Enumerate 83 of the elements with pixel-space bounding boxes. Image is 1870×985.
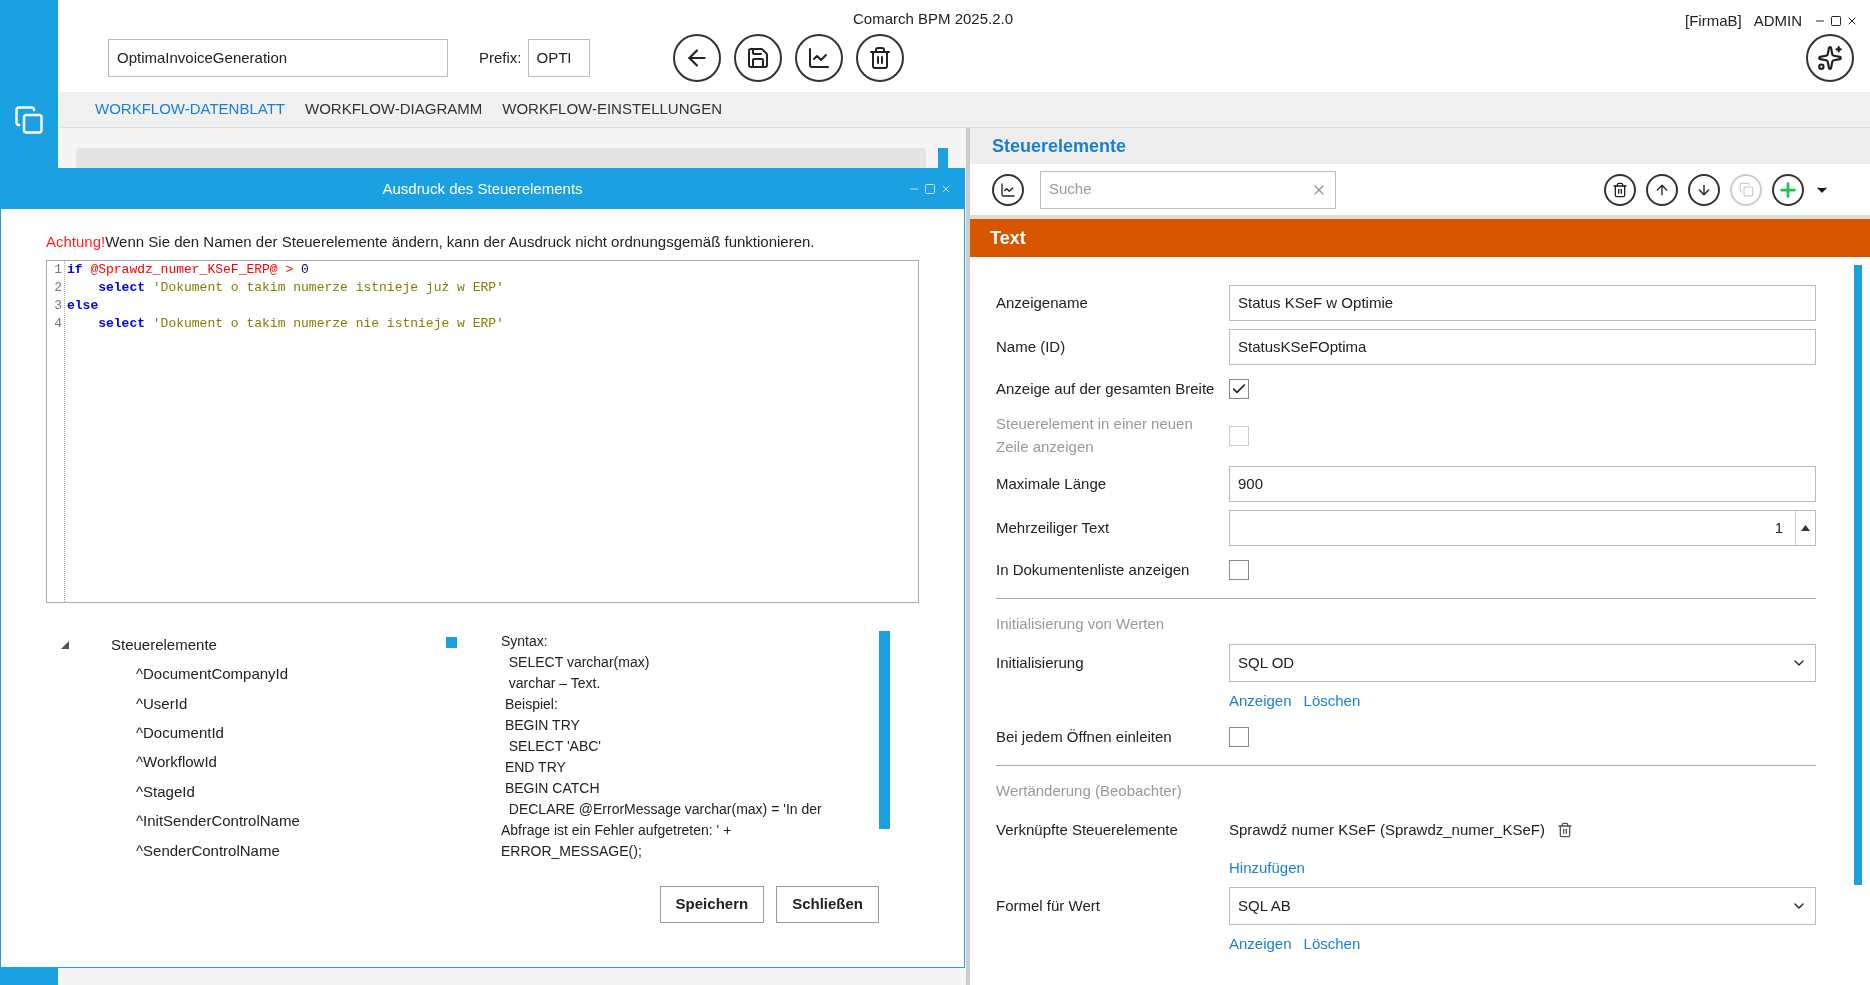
dialog-title: Ausdruck des Steuerelements <box>382 178 583 199</box>
tree-item[interactable]: ^WorkflowId <box>136 751 217 774</box>
user-label: ADMIN <box>1753 11 1802 31</box>
field-label: In Dokumentenliste anzeigen <box>996 559 1191 580</box>
sparkle-icon <box>1817 45 1843 71</box>
number-field[interactable]: 1 <box>1229 510 1816 546</box>
tab[interactable]: WORKFLOW-DATENBLATT <box>95 98 285 121</box>
code-line: if @Sprawdz_numer_KSeF_ERP@ > 0 <box>67 260 310 279</box>
tree-item[interactable]: ^UserId <box>136 692 188 716</box>
linked-control: Sprawdź numer KSeF (Sprawdz_numer_KSeF) <box>1229 818 1545 842</box>
dropdown[interactable]: SQL OD <box>1229 644 1816 682</box>
tab[interactable]: WORKFLOW-EINSTELLUNGEN <box>502 98 722 121</box>
panel-title: Steuerelemente <box>992 134 1127 158</box>
workflow-name-field[interactable]: OptimaInvoiceGeneration <box>108 39 448 77</box>
field-label: Initialisierung <box>996 652 1085 673</box>
chart-icon <box>806 46 831 70</box>
code-line: select 'Dokument o takim numerze istnieje już w ERP' <box>97 278 504 297</box>
move-up-button[interactable] <box>1646 173 1678 206</box>
section-heading: Wertänderung (Beobachter) <box>996 780 1182 801</box>
back-button[interactable] <box>672 34 721 82</box>
save-button[interactable] <box>733 34 782 82</box>
link[interactable]: Hinzufügen <box>1229 856 1305 880</box>
line-number: 3 <box>53 296 62 315</box>
field-label: Maximale Länge <box>996 473 1108 494</box>
line-number: 2 <box>53 278 62 297</box>
line-number: 1 <box>53 260 62 279</box>
tree-item[interactable]: ^DocumentCompanyId <box>136 663 289 686</box>
field-label: Bei jedem Öffnen einleiten <box>996 726 1173 747</box>
link[interactable]: Anzeigen <box>1229 932 1292 956</box>
tree-item[interactable]: ^DocumentId <box>136 722 224 745</box>
tab[interactable]: WORKFLOW-DIAGRAMM <box>305 98 483 121</box>
line-number: 4 <box>53 314 62 333</box>
checkbox[interactable] <box>1229 379 1249 399</box>
tree-item[interactable]: ^SenderControlName <box>136 839 280 863</box>
link[interactable]: Löschen <box>1303 689 1361 713</box>
section-title: Text <box>990 226 1026 250</box>
text-field[interactable]: Status KSeF w Optimie <box>1229 285 1816 321</box>
add-button[interactable] <box>1772 173 1804 206</box>
sparkle-button[interactable] <box>1806 34 1854 82</box>
spin-up-icon[interactable] <box>1801 525 1810 531</box>
warning-text: Achtung!Wenn Sie den Namen der Steuerelemente ändern, kann der Ausdruck nicht ordnungsgemäß funktionieren. <box>46 232 816 252</box>
code-line: select 'Dokument o takim numerze nie istnieje w ERP' <box>97 314 504 333</box>
maximize-icon[interactable] <box>1830 15 1842 28</box>
trash-icon <box>1612 181 1628 198</box>
checkbox[interactable] <box>1229 727 1249 747</box>
copy-icon <box>1738 182 1754 197</box>
section-heading: Initialisierung von Werten <box>996 613 1165 634</box>
trash-icon <box>867 46 892 70</box>
dropdown[interactable]: SQL AB <box>1229 887 1816 925</box>
tree-item[interactable]: ^StageId <box>136 780 195 804</box>
prefix-label: Prefix: <box>479 47 522 68</box>
chart-button[interactable] <box>992 173 1024 206</box>
company-label: [FirmaB] <box>1685 11 1742 31</box>
code-line: else <box>67 296 100 315</box>
tree-item[interactable]: ^InitSenderControlName <box>136 810 300 833</box>
code-editor[interactable]: 1 2 3 4 if @Sprawdz_numer_KSeF_ERP@ > 0 select 'Dokument o takim numerze istnieje już w ERP' else select 'Dokument o takim numerze nie istnieje w ERP' <box>46 259 919 603</box>
delete-button[interactable] <box>1604 173 1636 206</box>
text-field[interactable]: StatusKSeFOptima <box>1229 329 1816 365</box>
dialog-button[interactable]: Speichern <box>659 885 765 923</box>
save-icon <box>745 46 770 70</box>
tree-item[interactable]: Steuerelemente <box>111 633 217 657</box>
link[interactable]: Anzeigen <box>1229 689 1292 713</box>
app-title: Comarch BPM 2025.2.0 <box>853 9 1014 29</box>
checkbox[interactable] <box>1229 560 1249 580</box>
field-label: Name (ID) <box>996 336 1067 357</box>
field-label: Verknüpfte Steuerelemente <box>996 819 1179 840</box>
field-label: Formel für Wert <box>996 895 1101 916</box>
text-field[interactable]: 900 <box>1229 466 1816 502</box>
field-label: Anzeige auf der gesamten Breite <box>996 378 1216 399</box>
link[interactable]: Löschen <box>1303 932 1361 956</box>
move-down-button[interactable] <box>1688 173 1720 206</box>
prefix-field[interactable]: OPTI <box>527 39 590 77</box>
field-label: Mehrzeiliger Text <box>996 517 1111 538</box>
field-label: Steuerelement in einer neuen Zeile anzeigen <box>996 414 1194 457</box>
delete-button[interactable] <box>855 34 904 82</box>
documents-icon[interactable] <box>14 105 44 135</box>
expand-icon[interactable] <box>61 641 69 650</box>
splitter-handle[interactable] <box>446 636 457 648</box>
chart-icon <box>1000 181 1016 198</box>
trash-icon[interactable] <box>1556 822 1573 838</box>
help-text: Syntax: SELECT varchar(max) varchar – Text. Beispiel: BEGIN TRY SELECT 'ABC' END TRY BEGIN CATCH DECLARE @ErrorMessage varchar(max) = 'In der Abfrage ist ein Fehler aufgetreten: ' + ERROR_MESSAGE(); <box>501 631 823 861</box>
dialog-button[interactable]: Schließen <box>776 885 879 923</box>
field-label: Anzeigename <box>996 292 1089 313</box>
